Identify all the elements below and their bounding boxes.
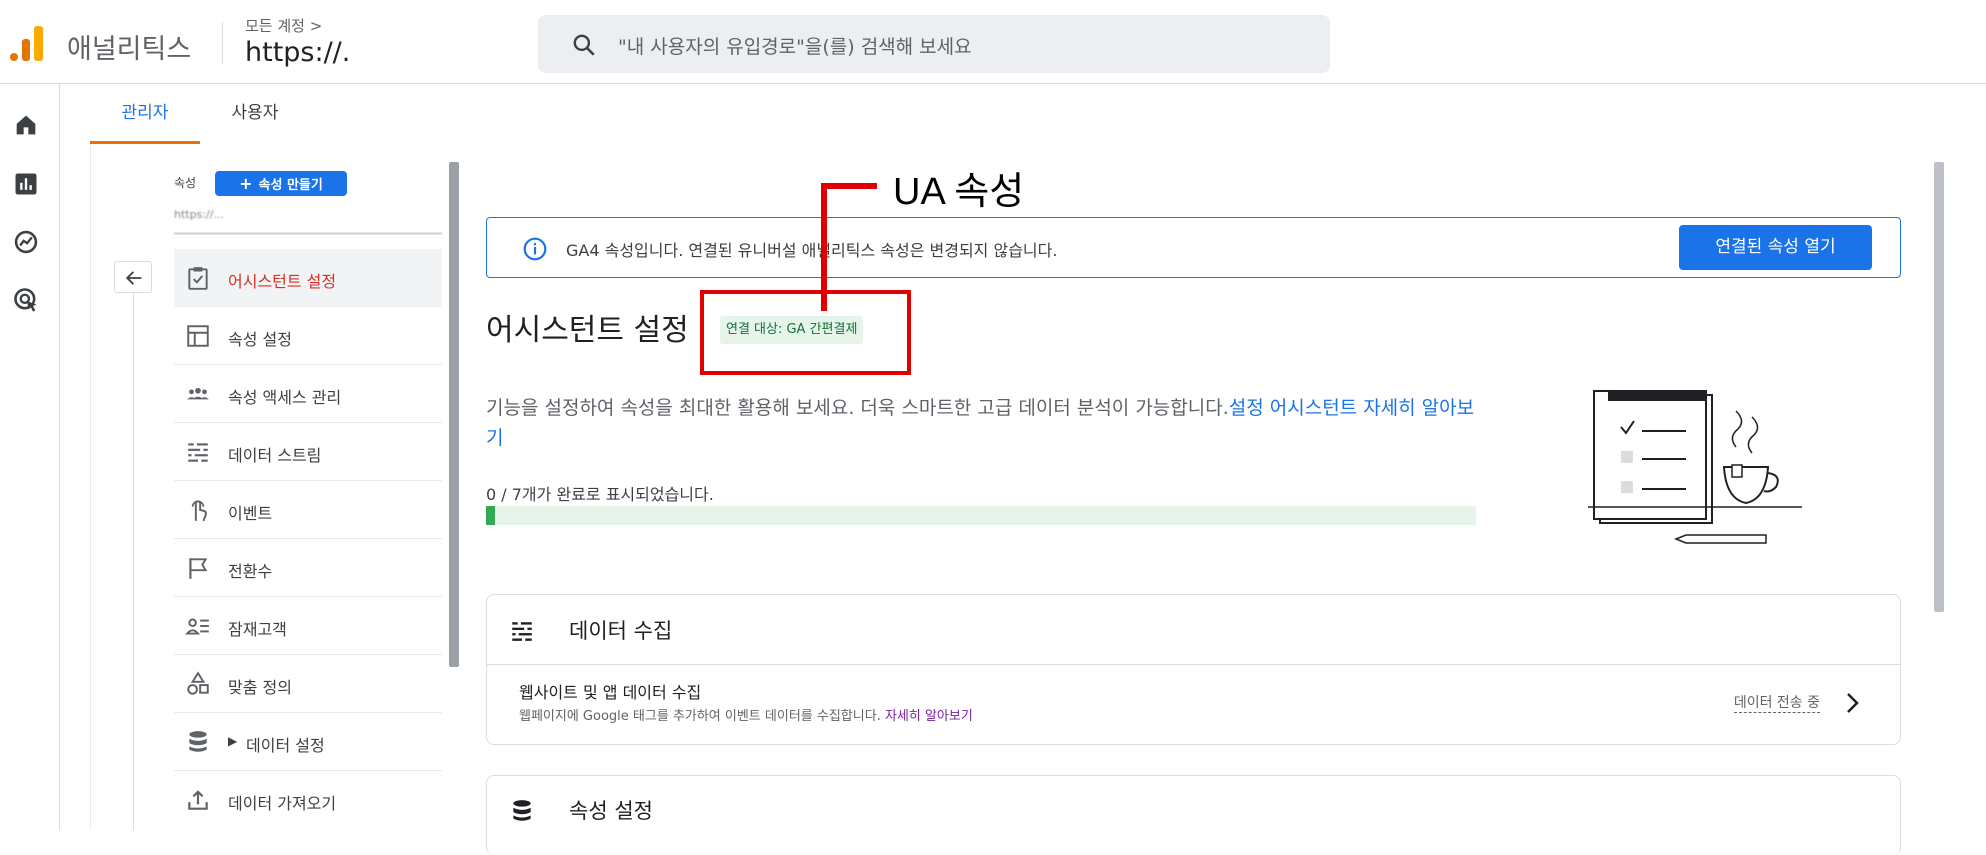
expand-caret-icon: ▶ — [228, 734, 238, 748]
menu-item-label: 어시스턴트 설정 — [228, 272, 337, 291]
menu-item-label: 속성 액세스 관리 — [228, 388, 342, 407]
menu-item-label: 데이터 설정 — [246, 736, 325, 755]
web-app-data-collection-row[interactable]: 웹사이트 및 앱 데이터 수집 웹페이지에 Google 태그를 추가하여 이벤… — [487, 665, 1900, 743]
search-input[interactable]: "내 사용자의 유입경로"을(를) 검색해 보세요 — [538, 15, 1330, 73]
left-nav-rail — [0, 84, 60, 830]
card-title: 속성 설정 — [569, 799, 653, 823]
property-selector[interactable]: https://... — [174, 208, 442, 234]
description-text: 기능을 설정하여 속성을 최대한 활용해 보세요. 더욱 스마트한 고급 데이터… — [486, 397, 1229, 419]
tab-admin[interactable]: 관리자 — [90, 84, 200, 144]
chevron-right-icon[interactable] — [1842, 690, 1862, 716]
header-divider — [222, 22, 223, 64]
product-name[interactable]: 애널리틱스 — [67, 27, 191, 66]
menu-item-label: 전환수 — [228, 562, 273, 581]
search-icon — [573, 34, 595, 56]
menu-item-events[interactable]: 이벤트 — [174, 481, 442, 539]
card-header[interactable]: 속성 설정 — [487, 776, 1900, 846]
menu-item-label: 데이터 스트림 — [228, 446, 322, 465]
people-icon — [187, 387, 209, 400]
plus-icon: + — [239, 174, 253, 193]
annotation-label: UA 속성 — [893, 171, 1025, 213]
data-collection-card: 데이터 수집 웹사이트 및 앱 데이터 수집 웹페이지에 Google 태그를 … — [486, 594, 1901, 745]
menu-item-label: 맞춤 정의 — [228, 678, 292, 697]
menu-item-data-settings[interactable]: 데이터 설정 ▶ — [174, 713, 442, 771]
account-breadcrumb[interactable]: 모든 계정 > — [245, 15, 322, 36]
database-icon — [513, 800, 531, 821]
create-property-button[interactable]: + 속성 만들기 — [215, 171, 347, 196]
page-title: 어시스턴트 설정 — [486, 313, 689, 348]
top-bar: 애널리틱스 모든 계정 > https://. "내 사용자의 유입경로"을(를… — [0, 0, 1986, 84]
search-placeholder: "내 사용자의 유입경로"을(를) 검색해 보세요 — [618, 36, 972, 58]
reports-icon[interactable] — [12, 170, 40, 198]
card-header[interactable]: 데이터 수집 — [487, 595, 1900, 665]
progress-label: 0 / 7개가 완료로 표시되었습니다. — [486, 485, 714, 504]
upload-icon — [188, 790, 208, 810]
touch-icon — [191, 500, 207, 522]
advertising-icon[interactable] — [12, 286, 40, 314]
menu-item-conversions[interactable]: 전환수 — [174, 539, 442, 597]
menu-item-property-settings[interactable]: 속성 설정 — [174, 307, 442, 365]
open-linked-property-button[interactable]: 연결된 속성 열기 — [1679, 225, 1872, 270]
progress-fill — [486, 506, 495, 525]
menu-item-data-streams[interactable]: 데이터 스트림 — [174, 423, 442, 481]
account-name[interactable]: https://. — [245, 37, 350, 68]
home-icon[interactable] — [12, 111, 40, 139]
analytics-logo-icon[interactable] — [10, 25, 44, 61]
ga4-info-banner: GA4 속성입니다. 연결된 유니버설 애널리틱스 속성은 변경되지 않습니다.… — [486, 217, 1901, 278]
banner-text: GA4 속성입니다. 연결된 유니버설 애널리틱스 속성은 변경되지 않습니다. — [566, 241, 1058, 260]
card-title: 데이터 수집 — [569, 619, 673, 643]
checklist-coffee-illustration — [1588, 390, 1802, 544]
main-scrollbar[interactable] — [1934, 162, 1944, 612]
menu-item-property-access[interactable]: 속성 액세스 관리 — [174, 365, 442, 423]
row-subtitle-text: 웹페이지에 Google 태그를 추가하여 이벤트 데이터를 수집합니다. — [519, 709, 881, 724]
menu-item-label: 속성 설정 — [228, 330, 292, 349]
streams-icon — [512, 622, 532, 641]
explore-icon[interactable] — [12, 228, 40, 256]
progress-bar — [486, 506, 1476, 525]
row-title: 웹사이트 및 앱 데이터 수집 — [519, 683, 702, 702]
admin-tabs: 관리자 사용자 — [90, 84, 1986, 144]
shapes-icon — [187, 671, 209, 695]
info-icon — [523, 237, 547, 261]
property-label: 속성 — [174, 176, 197, 190]
property-settings-card: 속성 설정 — [486, 775, 1901, 855]
menu-item-label: 잠재고객 — [228, 620, 287, 639]
annotation-connector — [821, 183, 877, 189]
row-subtitle: 웹페이지에 Google 태그를 추가하여 이벤트 데이터를 수집합니다. 자세… — [519, 705, 973, 724]
back-button[interactable] — [114, 261, 152, 293]
menu-item-label: 데이터 가져오기 — [228, 794, 337, 813]
flag-icon — [189, 558, 208, 579]
menu-item-assistant-settings[interactable]: 어시스턴트 설정 — [174, 249, 442, 307]
arrow-left-icon — [125, 271, 142, 285]
clipboard-check-icon — [188, 267, 208, 290]
menu-item-custom-definitions[interactable]: 맞춤 정의 — [174, 655, 442, 713]
tree-line — [133, 293, 134, 830]
status-text: 데이터 전송 중 — [1733, 692, 1820, 713]
streams-icon — [188, 443, 208, 462]
annotation-highlight-box — [700, 290, 911, 375]
create-property-label: 속성 만들기 — [258, 178, 323, 193]
tab-user[interactable]: 사용자 — [200, 84, 310, 144]
menu-item-audiences[interactable]: 잠재고객 — [174, 597, 442, 655]
menu-item-data-import[interactable]: 데이터 가져오기 — [174, 771, 442, 829]
database-icon — [189, 731, 207, 752]
layout-icon — [187, 325, 209, 347]
row-learn-more-link[interactable]: 자세히 알아보기 — [885, 709, 973, 724]
audience-icon — [185, 618, 209, 635]
menu-item-label: 이벤트 — [228, 504, 273, 523]
menu-scrollbar[interactable] — [449, 162, 459, 667]
setup-description: 기능을 설정하여 속성을 최대한 활용해 보세요. 더욱 스마트한 고급 데이터… — [486, 393, 1486, 453]
